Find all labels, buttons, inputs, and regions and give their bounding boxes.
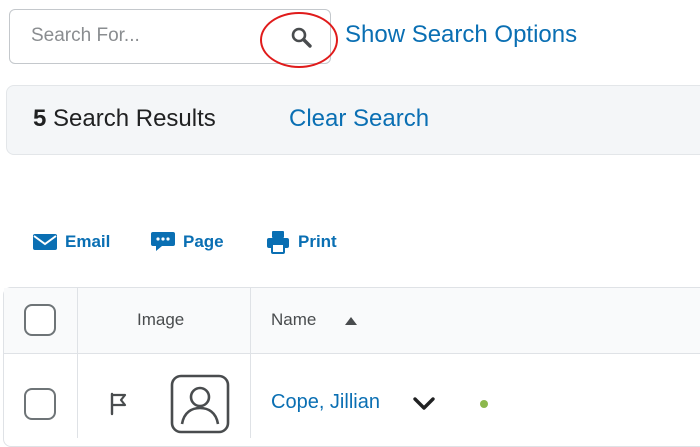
select-all-checkbox[interactable]: [24, 304, 56, 336]
column-divider: [250, 288, 251, 438]
row-checkbox[interactable]: [24, 388, 56, 420]
online-status-dot: [480, 400, 488, 408]
sort-ascending-icon[interactable]: [344, 316, 358, 326]
show-search-options-link[interactable]: Show Search Options: [345, 20, 577, 50]
flag-icon[interactable]: [108, 392, 130, 416]
results-count-number: 5: [33, 105, 47, 132]
results-count-suffix: Search Results: [46, 105, 216, 132]
page-action-label: Page: [183, 232, 224, 251]
envelope-icon: [33, 234, 57, 250]
row-divider: [4, 353, 700, 354]
search-button[interactable]: [283, 19, 321, 57]
clear-search-link[interactable]: Clear Search: [289, 104, 429, 134]
image-column-header: Image: [137, 310, 185, 329]
name-column-header[interactable]: Name: [271, 310, 316, 330]
magnifier-icon: [291, 27, 312, 48]
search-placeholder: Search For...: [31, 25, 140, 46]
page-action[interactable]: Page: [150, 228, 224, 256]
results-count: 5 Search Results: [33, 104, 216, 134]
print-action[interactable]: Print: [265, 228, 337, 256]
profile-placeholder-icon: [170, 374, 230, 434]
print-action-label: Print: [298, 232, 337, 251]
user-name-link[interactable]: Cope, Jillian: [271, 390, 380, 414]
email-action-label: Email: [65, 232, 111, 251]
chat-bubble-icon: [151, 232, 175, 251]
chevron-down-icon[interactable]: [412, 396, 436, 412]
email-action[interactable]: Email: [32, 228, 110, 256]
column-divider: [77, 288, 78, 438]
printer-icon: [267, 231, 289, 254]
